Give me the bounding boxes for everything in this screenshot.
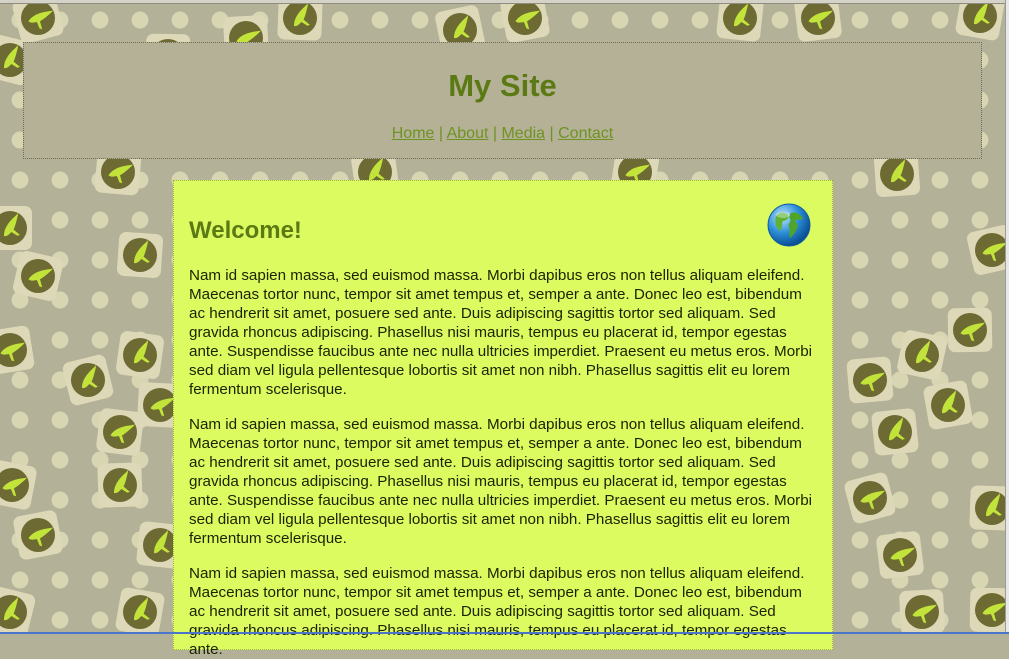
- welcome-heading: Welcome!: [189, 217, 302, 244]
- bird-badge: [876, 531, 924, 579]
- bird-badge: [897, 330, 947, 380]
- nav-separator: |: [438, 125, 444, 142]
- bird-badge: [116, 331, 164, 379]
- main-content: Welcome! Nam id sapien massa, sed euismo…: [173, 180, 833, 658]
- bird-badge: [969, 587, 1009, 633]
- site-title: My Site: [448, 68, 557, 103]
- bird-badge: [716, 0, 764, 42]
- bird-badge: [846, 356, 894, 404]
- content-paragraph: Nam id sapien massa, sed euismod massa. …: [189, 416, 813, 547]
- bird-badge: [947, 307, 993, 353]
- bird-badge: [871, 408, 919, 456]
- bird-badge: [0, 206, 32, 250]
- bird-badge: [115, 587, 165, 634]
- bird-badge: [13, 510, 63, 560]
- window-right-edge: [1005, 0, 1009, 634]
- nav-separator: |: [492, 125, 498, 142]
- globe-icon: [767, 203, 811, 247]
- bird-badge: [899, 589, 945, 634]
- bird-badge: [116, 231, 164, 279]
- content-paragraph: Nam id sapien massa, sed euismod massa. …: [189, 565, 805, 658]
- nav-separator: |: [549, 125, 554, 142]
- bird-badge: [794, 0, 842, 42]
- nav-link-about[interactable]: About: [447, 125, 489, 142]
- bird-badge: [923, 380, 973, 430]
- bird-badge: [277, 0, 323, 41]
- bird-badge: [96, 408, 144, 456]
- bird-badge: [97, 462, 143, 508]
- bird-badge: [969, 485, 1009, 531]
- main-nav: Home | About | Media | Contact: [24, 125, 981, 143]
- window-top-edge: [0, 0, 1009, 4]
- site-header: My Site Home | About | Media | Contact: [23, 42, 982, 159]
- content-paragraph: Nam id sapien massa, sed euismod massa. …: [189, 267, 813, 398]
- nav-link-media[interactable]: Media: [501, 125, 545, 142]
- nav-link-contact[interactable]: Contact: [558, 125, 613, 142]
- nav-link-home[interactable]: Home: [392, 125, 435, 142]
